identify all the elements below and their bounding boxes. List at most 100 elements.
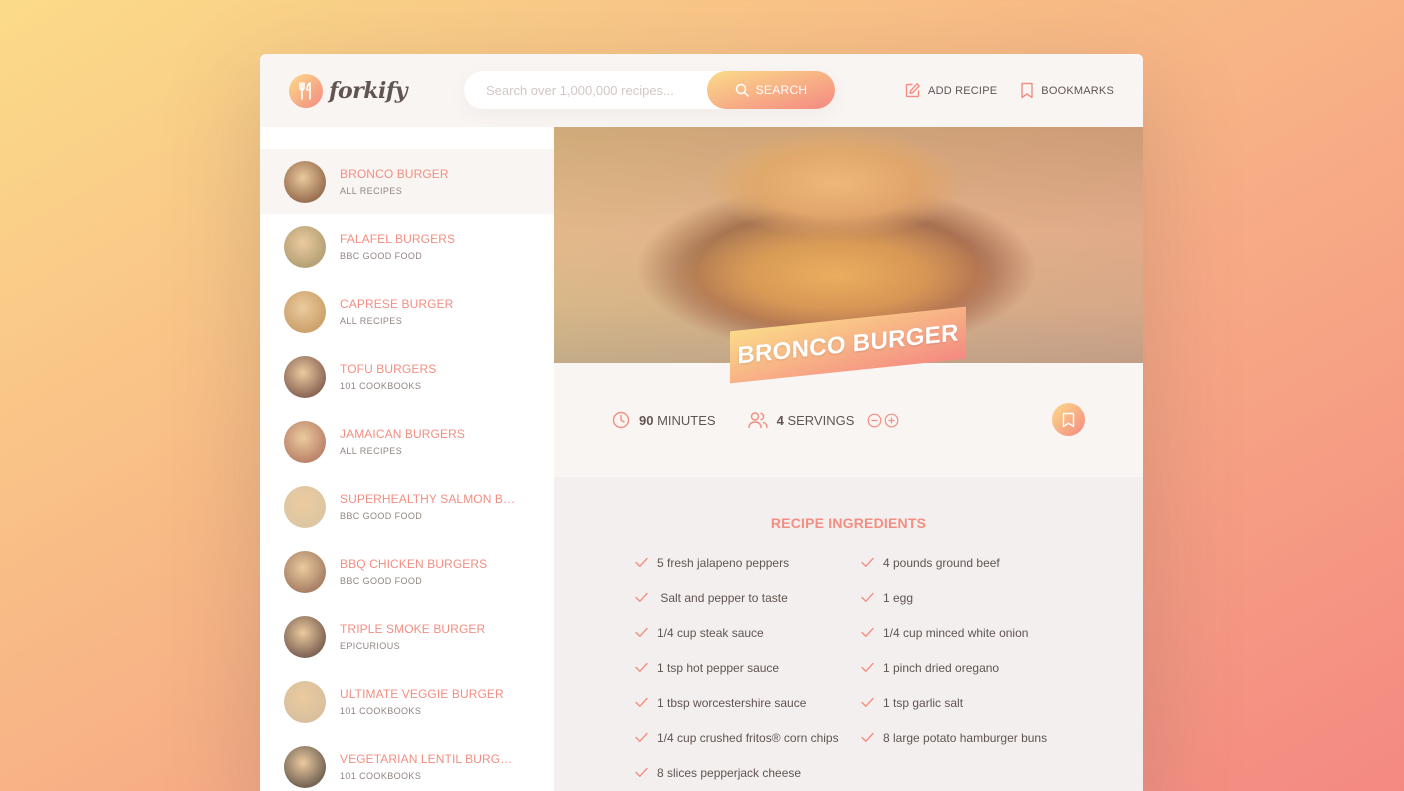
result-text: JAMAICAN BURGERS ALL RECIPES — [340, 427, 465, 456]
result-title: BRONCO BURGER — [340, 167, 449, 181]
decrease-servings-button[interactable] — [867, 413, 882, 428]
ingredient-text: 5 fresh jalapeno peppers — [657, 555, 790, 570]
cooking-time-unit: MINUTES — [657, 412, 716, 428]
recipe-details: 90 MINUTES 4 SERVINGS — [554, 363, 1143, 477]
check-icon — [861, 627, 874, 637]
nav: ADD RECIPE BOOKMARKS — [904, 54, 1114, 127]
result-title: CAPRESE BURGER — [340, 297, 454, 311]
increase-servings-button[interactable] — [884, 413, 899, 428]
result-item[interactable]: BRONCO BURGER ALL RECIPES — [260, 149, 554, 214]
search-input[interactable] — [464, 82, 707, 98]
ingredient-text: 1 egg — [883, 590, 914, 605]
result-title: TOFU BURGERS — [340, 362, 437, 376]
result-text: FALAFEL BURGERS BBC GOOD FOOD — [340, 232, 455, 261]
cooking-time: 90 MINUTES — [612, 411, 716, 429]
result-title: TRIPLE SMOKE BURGER — [340, 622, 486, 636]
result-item[interactable]: TOFU BURGERS 101 COOKBOOKS — [260, 344, 554, 409]
ingredient-text: Salt and pepper to taste — [657, 590, 788, 605]
result-thumbnail — [284, 225, 326, 268]
clock-icon — [612, 411, 630, 429]
ingredient-text: 1 pinch dried oregano — [883, 660, 1000, 675]
result-item[interactable]: ULTIMATE VEGGIE BURGER 101 COOKBOOKS — [260, 669, 554, 734]
result-publisher: BBC GOOD FOOD — [340, 511, 423, 521]
check-icon — [861, 732, 874, 742]
bookmark-icon — [1062, 412, 1075, 427]
ingredient-text: 1/4 cup steak sauce — [657, 625, 764, 640]
ingredient-text: 8 large potato hamburger buns — [883, 730, 1048, 745]
result-publisher: ALL RECIPES — [340, 186, 403, 196]
result-item[interactable]: VEGETARIAN LENTIL BURGERS 101 COOKBOOKS — [260, 734, 554, 791]
result-text: CAPRESE BURGER ALL RECIPES — [340, 297, 453, 326]
result-text: VEGETARIAN LENTIL BURGERS 101 COOKBOOKS — [340, 752, 520, 781]
ingredient-item: 8 slices pepperjack cheese — [635, 755, 861, 790]
header: forkify SEARCH ADD RECIPE — [260, 54, 1143, 127]
recipe: BRONCO BURGER 90 MINUTES 4 SERVINGS RECI… — [554, 127, 1143, 791]
ingredient-list: 5 fresh jalapeno peppers 4 pounds ground … — [554, 545, 1143, 790]
result-title: SUPERHEALTHY SALMON BURGER — [340, 492, 520, 506]
result-text: ULTIMATE VEGGIE BURGER 101 COOKBOOKS — [340, 687, 504, 716]
result-thumbnail — [284, 290, 326, 333]
check-icon — [635, 592, 648, 602]
add-recipe-button[interactable]: ADD RECIPE — [904, 82, 997, 99]
result-item[interactable]: TRIPLE SMOKE BURGER EPICURIOUS — [260, 604, 554, 669]
ingredient-item: 1/4 cup steak sauce — [635, 615, 861, 650]
check-icon — [861, 697, 874, 707]
result-title: BBQ CHICKEN BURGERS — [340, 557, 488, 571]
result-item[interactable]: JAMAICAN BURGERS ALL RECIPES — [260, 409, 554, 474]
bookmarks-button[interactable]: BOOKMARKS — [1020, 82, 1114, 99]
recipe-ingredients: RECIPE INGREDIENTS 5 fresh jalapeno pepp… — [554, 477, 1143, 791]
ingredient-text: 4 pounds ground beef — [883, 555, 1000, 570]
result-item[interactable]: FALAFEL BURGERS BBC GOOD FOOD — [260, 214, 554, 279]
ingredient-text: 1/4 cup crushed fritos® corn chips — [657, 730, 839, 745]
ingredient-item: Salt and pepper to taste — [635, 580, 861, 615]
ingredient-item: 4 pounds ground beef — [861, 545, 1087, 580]
check-icon — [635, 732, 648, 742]
logo[interactable]: forkify — [289, 73, 408, 108]
ingredient-text: 1 tsp garlic salt — [883, 695, 964, 710]
logo-text: forkify — [329, 77, 408, 104]
search-results: BRONCO BURGER ALL RECIPES FALAFEL BURGERS B… — [260, 127, 554, 791]
bookmark-recipe-button[interactable] — [1052, 403, 1085, 436]
servings: 4 SERVINGS — [747, 411, 900, 429]
ingredient-text: 1/4 cup minced white onion — [883, 625, 1029, 640]
check-icon — [635, 767, 648, 777]
check-icon — [861, 592, 874, 602]
ingredient-item: 1 tbsp worcestershire sauce — [635, 685, 861, 720]
result-title: FALAFEL BURGERS — [340, 232, 456, 246]
result-item[interactable]: BBQ CHICKEN BURGERS BBC GOOD FOOD — [260, 539, 554, 604]
result-title: VEGETARIAN LENTIL BURGERS — [340, 752, 520, 766]
result-thumbnail — [284, 485, 326, 528]
result-title: ULTIMATE VEGGIE BURGER — [340, 687, 504, 701]
result-thumbnail — [284, 355, 326, 398]
search-button[interactable]: SEARCH — [707, 71, 835, 109]
result-text: BRONCO BURGER ALL RECIPES — [340, 167, 449, 196]
app-container: forkify SEARCH ADD RECIPE — [260, 54, 1143, 791]
fork-knife-icon — [289, 73, 323, 108]
result-publisher: ALL RECIPES — [340, 446, 403, 456]
result-publisher: 101 COOKBOOKS — [340, 706, 422, 716]
result-publisher: 101 COOKBOOKS — [340, 771, 422, 781]
result-thumbnail — [284, 420, 326, 463]
result-thumbnail — [284, 615, 326, 658]
check-icon — [635, 662, 648, 672]
ingredient-item: 1/4 cup minced white onion — [861, 615, 1087, 650]
result-item[interactable]: SUPERHEALTHY SALMON BURGER BBC GOOD FOOD — [260, 474, 554, 539]
result-publisher: BBC GOOD FOOD — [340, 251, 423, 261]
check-icon — [635, 697, 648, 707]
result-text: TOFU BURGERS 101 COOKBOOKS — [340, 362, 436, 391]
ingredient-text: 8 slices pepperjack cheese — [657, 765, 802, 780]
cooking-time-value: 90 — [639, 412, 654, 428]
ingredient-item: 1 tsp garlic salt — [861, 685, 1087, 720]
ingredient-text: 1 tsp hot pepper sauce — [657, 660, 780, 675]
servings-unit: SERVINGS — [787, 412, 855, 428]
result-thumbnail — [284, 160, 326, 203]
ingredient-item: 1/4 cup crushed fritos® corn chips — [635, 720, 861, 755]
ingredients-heading: RECIPE INGREDIENTS — [770, 515, 927, 531]
bookmarks-label: BOOKMARKS — [1041, 84, 1114, 97]
result-item[interactable]: CAPRESE BURGER ALL RECIPES — [260, 279, 554, 344]
result-thumbnail — [284, 745, 326, 788]
ingredient-item: 1 egg — [861, 580, 1087, 615]
result-publisher: BBC GOOD FOOD — [340, 576, 423, 586]
result-thumbnail — [284, 680, 326, 723]
search-form: SEARCH — [464, 71, 835, 109]
